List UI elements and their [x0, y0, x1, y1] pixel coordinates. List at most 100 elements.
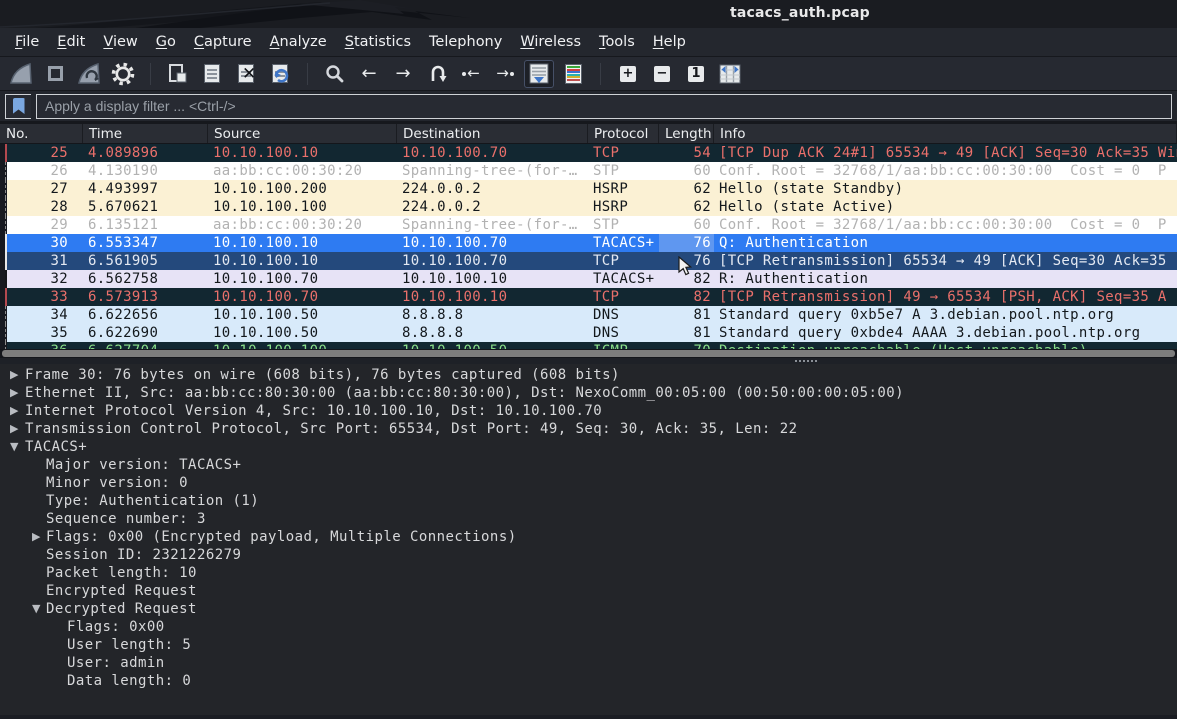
- go-forward-icon[interactable]: →: [388, 60, 418, 88]
- detail-row[interactable]: Sequence number: 3: [0, 510, 1177, 528]
- resize-columns-icon[interactable]: [715, 60, 745, 88]
- capture-start-icon[interactable]: [6, 60, 36, 88]
- zoom-original-icon[interactable]: 1: [681, 60, 711, 88]
- open-file-icon[interactable]: [163, 60, 193, 88]
- detail-row[interactable]: ▶Ethernet II, Src: aa:bb:cc:80:30:00 (aa…: [0, 384, 1177, 402]
- related-packet-marker: [0, 234, 7, 252]
- go-first-icon[interactable]: ←: [456, 60, 486, 88]
- packet-row[interactable]: 326.56275810.10.100.7010.10.100.10TACACS…: [0, 270, 1177, 288]
- detail-text: Flags: 0x00: [67, 618, 165, 636]
- packet-row[interactable]: 336.57391310.10.100.7010.10.100.10TCP82[…: [0, 288, 1177, 306]
- find-packet-icon[interactable]: [320, 60, 350, 88]
- reload-file-icon[interactable]: [265, 60, 295, 88]
- packet-list-hscrollbar[interactable]: [0, 349, 1177, 358]
- packet-row[interactable]: 356.62269010.10.100.508.8.8.8DNS81Standa…: [0, 324, 1177, 342]
- column-header-dst[interactable]: Destination: [397, 124, 588, 143]
- detail-row[interactable]: Data length: 0: [0, 672, 1177, 690]
- zoom-out-icon[interactable]: −: [647, 60, 677, 88]
- column-header-no[interactable]: No.: [0, 124, 83, 143]
- menu-item-wireless[interactable]: Wireless: [511, 30, 590, 54]
- detail-row[interactable]: User: admin: [0, 654, 1177, 672]
- cell-proto: HSRP: [588, 180, 659, 198]
- zoom-in-icon[interactable]: +: [613, 60, 643, 88]
- cell-no: 25: [7, 144, 83, 162]
- detail-row[interactable]: Encrypted Request: [0, 582, 1177, 600]
- menu-item-file[interactable]: File: [6, 30, 48, 54]
- expanded-arrow-icon[interactable]: ▼: [10, 438, 19, 456]
- menu-item-analyze[interactable]: Analyze: [261, 30, 336, 54]
- cell-proto: TCP: [588, 144, 659, 162]
- go-back-icon[interactable]: ←: [354, 60, 384, 88]
- packet-row[interactable]: 296.135121aa:bb:cc:00:30:20Spanning-tree…: [0, 216, 1177, 234]
- detail-row[interactable]: ▶Transmission Control Protocol, Src Port…: [0, 420, 1177, 438]
- menu-item-capture[interactable]: Capture: [185, 30, 261, 54]
- detail-row[interactable]: User length: 5: [0, 636, 1177, 654]
- collapsed-arrow-icon[interactable]: ▶: [10, 420, 19, 438]
- cell-no: 30: [7, 234, 83, 252]
- display-filter-input[interactable]: [36, 94, 1172, 119]
- cell-dst: 8.8.8.8: [397, 324, 588, 342]
- packet-row[interactable]: 264.130190aa:bb:cc:00:30:20Spanning-tree…: [0, 162, 1177, 180]
- detail-row[interactable]: ▼Decrypted Request: [0, 600, 1177, 618]
- detail-row[interactable]: Session ID: 2321226279: [0, 546, 1177, 564]
- column-header-src[interactable]: Source: [208, 124, 397, 143]
- expanded-arrow-icon[interactable]: ▼: [32, 600, 41, 618]
- detail-row[interactable]: ▶Flags: 0x00 (Encrypted payload, Multipl…: [0, 528, 1177, 546]
- column-header-proto[interactable]: Protocol: [588, 124, 659, 143]
- detail-row[interactable]: Flags: 0x00: [0, 618, 1177, 636]
- collapsed-arrow-icon[interactable]: ▶: [10, 384, 19, 402]
- go-to-packet-icon[interactable]: [422, 60, 452, 88]
- hscrollbar-thumb[interactable]: [2, 350, 1175, 357]
- filter-bookmark-button[interactable]: [5, 94, 31, 119]
- menu-item-statistics[interactable]: Statistics: [336, 30, 420, 54]
- auto-scroll-icon[interactable]: [524, 60, 554, 88]
- detail-row[interactable]: Type: Authentication (1): [0, 492, 1177, 510]
- menu-item-help[interactable]: Help: [644, 30, 695, 54]
- cell-info: Standard query 0xbde4 AAAA 3.debian.pool…: [714, 324, 1177, 342]
- menu-item-go[interactable]: Go: [147, 30, 185, 54]
- detail-text: Encrypted Request: [46, 582, 197, 600]
- collapsed-arrow-icon[interactable]: ▶: [32, 528, 41, 546]
- close-file-icon[interactable]: ✕: [231, 60, 261, 88]
- column-header-time[interactable]: Time: [83, 124, 208, 143]
- filter-bar: [0, 91, 1177, 124]
- cell-time: 4.493997: [83, 180, 208, 198]
- menu-item-telephony[interactable]: Telephony: [420, 30, 511, 54]
- packet-row[interactable]: 316.56190510.10.100.1010.10.100.70TCP76[…: [0, 252, 1177, 270]
- cell-len: 60: [659, 216, 714, 234]
- detail-row[interactable]: ▶Internet Protocol Version 4, Src: 10.10…: [0, 402, 1177, 420]
- detail-row[interactable]: Packet length: 10: [0, 564, 1177, 582]
- cell-info: Standard query 0xb5e7 A 3.debian.pool.nt…: [714, 306, 1177, 324]
- packet-row[interactable]: 274.49399710.10.100.200224.0.0.2HSRP62He…: [0, 180, 1177, 198]
- detail-text: Major version: TACACS+: [46, 456, 241, 474]
- packet-row[interactable]: 285.67062110.10.100.100224.0.0.2HSRP62He…: [0, 198, 1177, 216]
- detail-row[interactable]: ▶Frame 30: 76 bytes on wire (608 bits), …: [0, 366, 1177, 384]
- collapsed-arrow-icon[interactable]: ▶: [10, 366, 19, 384]
- packet-row[interactable]: 366.62770410.10.100.10010.10.100.50ICMP7…: [0, 342, 1177, 349]
- packet-row[interactable]: 306.55334710.10.100.1010.10.100.70TACACS…: [0, 234, 1177, 252]
- cell-proto: TACACS+: [588, 234, 659, 252]
- cell-time: 5.670621: [83, 198, 208, 216]
- cell-no: 33: [7, 288, 83, 306]
- column-header-info[interactable]: Info: [714, 124, 1177, 143]
- capture-options-icon[interactable]: [108, 60, 138, 88]
- detail-row[interactable]: Minor version: 0: [0, 474, 1177, 492]
- capture-stop-icon[interactable]: [40, 60, 70, 88]
- menu-item-tools[interactable]: Tools: [590, 30, 644, 54]
- detail-row[interactable]: ▼TACACS+: [0, 438, 1177, 456]
- cell-len: 82: [659, 270, 714, 288]
- save-file-icon[interactable]: [197, 60, 227, 88]
- menu-item-edit[interactable]: Edit: [48, 30, 94, 54]
- packet-row[interactable]: 254.08989610.10.100.1010.10.100.70TCP54[…: [0, 144, 1177, 162]
- detail-row[interactable]: Major version: TACACS+: [0, 456, 1177, 474]
- cell-info: [TCP Dup ACK 24#1] 65534 → 49 [ACK] Seq=…: [714, 144, 1177, 162]
- go-last-icon[interactable]: →: [490, 60, 520, 88]
- packet-row-partial[interactable]: 366.62770410.10.100.10010.10.100.50ICMP7…: [0, 342, 1177, 349]
- cell-len: 76: [659, 234, 714, 252]
- menu-item-view[interactable]: View: [94, 30, 146, 54]
- capture-restart-icon[interactable]: [74, 60, 104, 88]
- colorize-icon[interactable]: [558, 60, 588, 88]
- packet-row[interactable]: 346.62265610.10.100.508.8.8.8DNS81Standa…: [0, 306, 1177, 324]
- column-header-len[interactable]: Length: [659, 124, 714, 143]
- collapsed-arrow-icon[interactable]: ▶: [10, 402, 19, 420]
